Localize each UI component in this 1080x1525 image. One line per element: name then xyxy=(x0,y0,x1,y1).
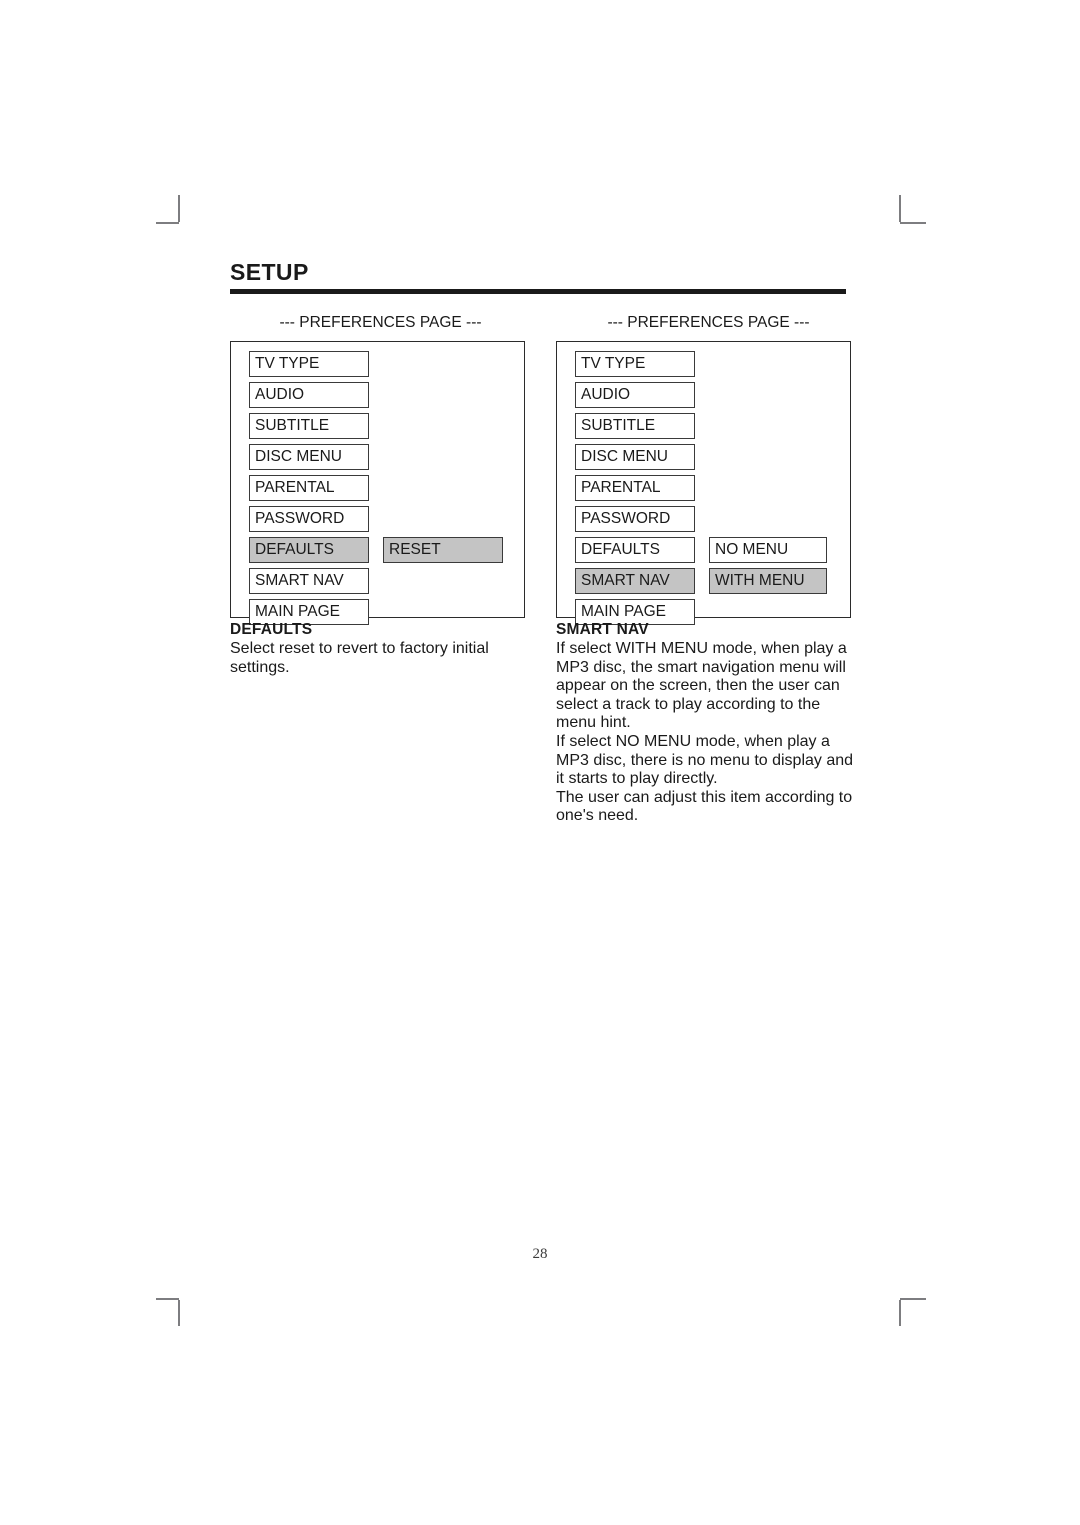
osd-option-spacer xyxy=(383,475,503,501)
osd-panel-caption: --- PREFERENCES PAGE --- xyxy=(279,314,482,331)
osd-menu-item-tv-type[interactable]: TV TYPE xyxy=(575,351,695,377)
osd-option-spacer xyxy=(383,413,503,439)
osd-option-spacer xyxy=(709,475,827,501)
osd-menu-list: TV TYPE AUDIO SUBTITLE DISC MENU PARENTA… xyxy=(249,351,369,630)
osd-menu-item-disc-menu[interactable]: DISC MENU xyxy=(575,444,695,470)
osd-menu-item-audio[interactable]: AUDIO xyxy=(575,382,695,408)
osd-panel-defaults: --- PREFERENCES PAGE --- TV TYPE AUDIO S… xyxy=(230,314,525,625)
description-smart-nav: SMART NAV If select WITH MENU mode, when… xyxy=(556,619,856,826)
osd-option-reset[interactable]: RESET xyxy=(383,537,503,563)
osd-screen-frame: TV TYPE AUDIO SUBTITLE DISC MENU PARENTA… xyxy=(556,341,851,625)
osd-menu-item-disc-menu[interactable]: DISC MENU xyxy=(249,444,369,470)
osd-menu-item-smart-nav[interactable]: SMART NAV xyxy=(575,568,695,594)
osd-menu-item-password[interactable]: PASSWORD xyxy=(249,506,369,532)
osd-menu-item-tv-type[interactable]: TV TYPE xyxy=(249,351,369,377)
crop-mark-horizontal-rule xyxy=(156,1298,179,1300)
osd-option-spacer xyxy=(709,444,827,470)
osd-menu-item-parental[interactable]: PARENTAL xyxy=(575,475,695,501)
osd-option-no-menu[interactable]: NO MENU xyxy=(709,537,827,563)
crop-mark-horizontal-rule xyxy=(156,222,179,224)
osd-menu-item-subtitle[interactable]: SUBTITLE xyxy=(249,413,369,439)
title-underline-rule xyxy=(230,289,846,294)
osd-option-spacer xyxy=(709,506,827,532)
crop-mark-vertical-rule xyxy=(899,1300,901,1326)
osd-option-spacer xyxy=(709,351,827,377)
osd-menu-item-subtitle[interactable]: SUBTITLE xyxy=(575,413,695,439)
osd-menu-item-defaults[interactable]: DEFAULTS xyxy=(249,537,369,563)
crop-mark-horizontal-rule xyxy=(900,1298,926,1300)
description-group: DEFAULTS Select reset to revert to facto… xyxy=(230,619,853,849)
osd-menu-item-password[interactable]: PASSWORD xyxy=(575,506,695,532)
page-content: SETUP --- PREFERENCES PAGE --- TV TYPE A… xyxy=(230,258,853,849)
osd-menu-item-defaults[interactable]: DEFAULTS xyxy=(575,537,695,563)
osd-option-spacer xyxy=(383,444,503,470)
crop-mark-bottom-left xyxy=(156,1298,196,1338)
osd-menu-item-parental[interactable]: PARENTAL xyxy=(249,475,369,501)
osd-option-spacer xyxy=(709,413,827,439)
crop-mark-vertical-rule xyxy=(899,195,901,222)
osd-screen-frame: TV TYPE AUDIO SUBTITLE DISC MENU PARENTA… xyxy=(230,341,525,625)
crop-mark-top-right xyxy=(884,195,929,235)
page-number: 28 xyxy=(532,1246,548,1262)
osd-option-list: RESET xyxy=(383,351,503,568)
crop-mark-bottom-right xyxy=(884,1298,929,1338)
osd-option-spacer xyxy=(383,351,503,377)
osd-panel-caption: --- PREFERENCES PAGE --- xyxy=(607,314,810,331)
crop-mark-vertical-rule xyxy=(178,1300,180,1326)
osd-option-spacer xyxy=(709,382,827,408)
page-title: SETUP xyxy=(230,259,309,285)
description-body: Select reset to revert to factory initia… xyxy=(230,640,489,676)
crop-mark-vertical-rule xyxy=(178,195,180,222)
osd-menu-list: TV TYPE AUDIO SUBTITLE DISC MENU PARENTA… xyxy=(575,351,695,630)
osd-option-with-menu[interactable]: WITH MENU xyxy=(709,568,827,594)
osd-panel-group: --- PREFERENCES PAGE --- TV TYPE AUDIO S… xyxy=(230,314,851,625)
description-heading: DEFAULTS xyxy=(230,621,313,638)
osd-menu-item-audio[interactable]: AUDIO xyxy=(249,382,369,408)
osd-option-spacer xyxy=(383,506,503,532)
crop-mark-top-left xyxy=(156,195,196,235)
crop-mark-horizontal-rule xyxy=(900,222,926,224)
osd-menu-item-smart-nav[interactable]: SMART NAV xyxy=(249,568,369,594)
description-defaults: DEFAULTS Select reset to revert to facto… xyxy=(230,619,530,677)
osd-option-spacer xyxy=(383,382,503,408)
description-body: If select WITH MENU mode, when play a MP… xyxy=(556,640,854,825)
osd-option-list: NO MENU WITH MENU xyxy=(709,351,827,599)
osd-panel-smart-nav: --- PREFERENCES PAGE --- TV TYPE AUDIO S… xyxy=(556,314,851,625)
description-heading: SMART NAV xyxy=(556,621,649,638)
